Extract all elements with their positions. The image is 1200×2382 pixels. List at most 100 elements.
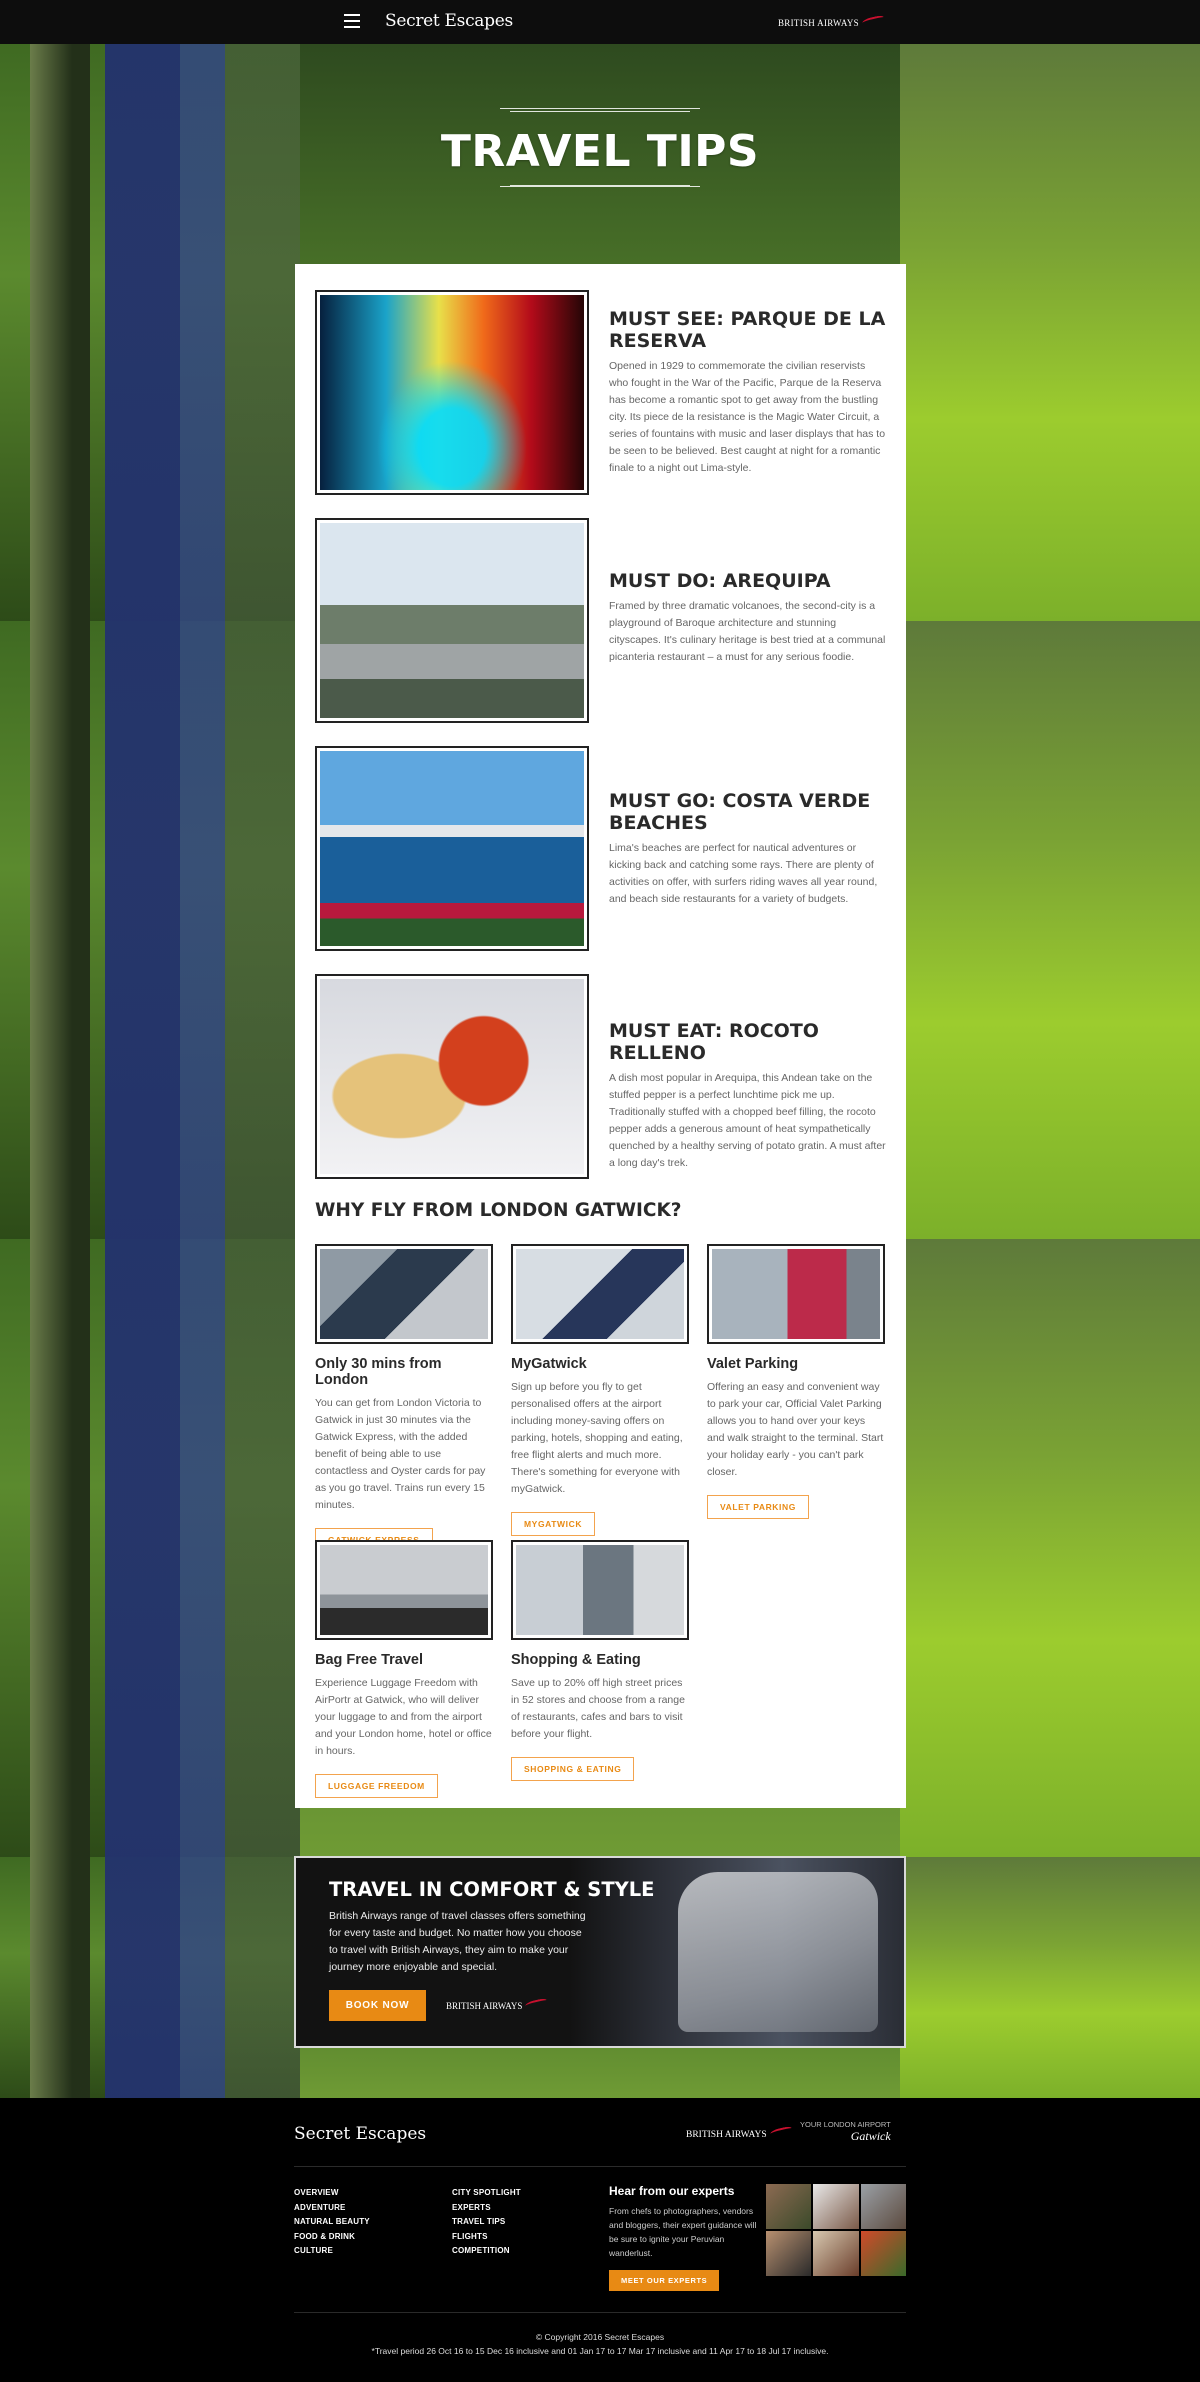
gatwick-heading: WHY FLY FROM LONDON GATWICK? bbox=[315, 1200, 682, 1221]
tip-text: Opened in 1929 to commemorate the civili… bbox=[609, 360, 886, 474]
tip-text: A dish most popular in Arequipa, this An… bbox=[609, 1072, 886, 1169]
feature-image-valet bbox=[707, 1244, 885, 1344]
experts-photo-grid bbox=[766, 2184, 906, 2276]
footer: Secret Escapes BRITISH AIRWAYS YOUR LOND… bbox=[0, 2098, 1200, 2382]
feature-title: Bag Free Travel bbox=[315, 1652, 423, 1668]
experts-text: From chefs to photographers, vendors and… bbox=[609, 2206, 757, 2258]
feature-title: Valet Parking bbox=[707, 1356, 799, 1372]
expert-photo bbox=[766, 2231, 812, 2276]
feature-image-luggage bbox=[315, 1540, 493, 1640]
feature-card: Bag Free Travel Experience Luggage Freed… bbox=[315, 1540, 493, 1798]
footer-secret-escapes-logo[interactable]: Secret Escapes bbox=[294, 2124, 426, 2144]
meet-our-experts-button[interactable]: MEET OUR EXPERTS bbox=[609, 2270, 720, 2291]
feature-card: Shopping & Eating Save up to 20% off hig… bbox=[511, 1540, 689, 1781]
footer-link-experts[interactable]: EXPERTS bbox=[452, 2201, 602, 2216]
tip-item: MUST GO: COSTA VERDE BEACHES Lima's beac… bbox=[315, 746, 886, 951]
experts-promo: Hear from our experts From chefs to phot… bbox=[609, 2184, 759, 2291]
ba-swoosh-icon bbox=[769, 2125, 793, 2137]
footer-links-col1: OVERVIEW ADVENTURE NATURAL BEAUTY FOOD &… bbox=[294, 2186, 444, 2259]
footer-link-flights[interactable]: FLIGHTS bbox=[452, 2230, 602, 2245]
tip-body: MUST DO: AREQUIPA Framed by three dramat… bbox=[609, 570, 886, 666]
feature-card: MyGatwick Sign up before you fly to get … bbox=[511, 1244, 689, 1536]
ba-swoosh-icon bbox=[525, 1997, 548, 2009]
tip-text: Lima's beaches are perfect for nautical … bbox=[609, 842, 878, 905]
expert-photo bbox=[766, 2184, 812, 2229]
travel-tips-card: MUST SEE: PARQUE DE LA RESERVA Opened in… bbox=[295, 264, 906, 1808]
valet-parking-button[interactable]: VALET PARKING bbox=[707, 1495, 809, 1519]
footer-british-airways-logo[interactable]: BRITISH AIRWAYS bbox=[686, 2125, 793, 2140]
tip-item: MUST SEE: PARQUE DE LA RESERVA Opened in… bbox=[315, 290, 886, 495]
footer-link-travel-tips[interactable]: TRAVEL TIPS bbox=[452, 2215, 602, 2230]
mygatwick-button[interactable]: MYGATWICK bbox=[511, 1512, 596, 1536]
page-title: TRAVEL TIPS bbox=[440, 126, 760, 177]
feature-text: Experience Luggage Freedom with AirPortr… bbox=[315, 1677, 492, 1757]
experts-heading: Hear from our experts bbox=[609, 2184, 735, 2198]
expert-photo bbox=[813, 2184, 859, 2229]
footer-legal: © Copyright 2016 Secret Escapes *Travel … bbox=[0, 2330, 1200, 2358]
tip-text: Framed by three dramatic volcanoes, the … bbox=[609, 600, 886, 663]
footer-divider bbox=[294, 2166, 906, 2167]
feature-title: Shopping & Eating bbox=[511, 1652, 641, 1668]
feature-card: Only 30 mins from London You can get fro… bbox=[315, 1244, 493, 1552]
gatwick-caption: YOUR LONDON AIRPORT bbox=[800, 2120, 891, 2129]
british-airways-logo[interactable]: BRITISH AIRWAYS bbox=[778, 14, 885, 28]
british-airways-logo-text: BRITISH AIRWAYS bbox=[446, 2001, 523, 2011]
footer-link-food-drink[interactable]: FOOD & DRINK bbox=[294, 2230, 444, 2245]
feature-title: Only 30 mins from London bbox=[315, 1356, 442, 1388]
terms-note: *Travel period 26 Oct 16 to 15 Dec 16 in… bbox=[371, 2346, 829, 2356]
footer-link-overview[interactable]: OVERVIEW bbox=[294, 2186, 444, 2201]
tip-image-arequipa bbox=[315, 518, 589, 723]
british-airways-logo-text: BRITISH AIRWAYS bbox=[778, 18, 859, 28]
tip-title: MUST GO: COSTA VERDE BEACHES bbox=[609, 790, 871, 834]
british-airways-logo: BRITISH AIRWAYS bbox=[446, 1997, 548, 2011]
copyright: © Copyright 2016 Secret Escapes bbox=[535, 2332, 665, 2342]
feature-card: Valet Parking Offering an easy and conve… bbox=[707, 1244, 885, 1519]
tip-title: MUST SEE: PARQUE DE LA RESERVA bbox=[609, 308, 886, 352]
footer-link-city-spotlight[interactable]: CITY SPOTLIGHT bbox=[452, 2186, 602, 2201]
tip-image-coast bbox=[315, 746, 589, 951]
menu-icon[interactable] bbox=[344, 14, 360, 28]
feature-text: Save up to 20% off high street prices in… bbox=[511, 1677, 685, 1740]
hero: TRAVEL TIPS bbox=[0, 108, 1200, 187]
tip-body: MUST SEE: PARQUE DE LA RESERVA Opened in… bbox=[609, 308, 886, 477]
gatwick-name: Gatwick bbox=[850, 2129, 891, 2143]
ba-swoosh-icon bbox=[861, 14, 885, 26]
expert-photo bbox=[860, 2231, 906, 2276]
feature-image-mygatwick bbox=[511, 1244, 689, 1344]
feature-text: Sign up before you fly to get personalis… bbox=[511, 1381, 683, 1495]
comfort-title: TRAVEL IN COMFORT & STYLE bbox=[329, 1878, 655, 1901]
british-airways-logo-text: BRITISH AIRWAYS bbox=[686, 2130, 767, 2140]
tip-title: MUST EAT: ROCOTO RELLENO bbox=[609, 1020, 819, 1064]
book-now-button[interactable]: BOOK NOW bbox=[329, 1990, 426, 2021]
expert-photo bbox=[860, 2184, 906, 2229]
footer-link-culture[interactable]: CULTURE bbox=[294, 2244, 444, 2259]
footer-links-col2: CITY SPOTLIGHT EXPERTS TRAVEL TIPS FLIGH… bbox=[452, 2186, 602, 2259]
tip-image-fountain bbox=[315, 290, 589, 495]
feature-image-train bbox=[315, 1244, 493, 1344]
footer-link-natural-beauty[interactable]: NATURAL BEAUTY bbox=[294, 2215, 444, 2230]
shopping-eating-button[interactable]: SHOPPING & EATING bbox=[511, 1757, 635, 1781]
feature-text: You can get from London Victoria to Gatw… bbox=[315, 1397, 486, 1511]
tip-item: MUST EAT: ROCOTO RELLENO A dish most pop… bbox=[315, 974, 886, 1179]
hero-rule bbox=[500, 108, 700, 109]
business-seat-image bbox=[678, 1872, 878, 2032]
secret-escapes-logo[interactable]: Secret Escapes bbox=[385, 11, 513, 31]
tip-image-rocoto bbox=[315, 974, 589, 1179]
expert-photo bbox=[813, 2231, 859, 2276]
tip-item: MUST DO: AREQUIPA Framed by three dramat… bbox=[315, 518, 886, 723]
hero-rule bbox=[500, 186, 700, 187]
tip-body: MUST EAT: ROCOTO RELLENO A dish most pop… bbox=[609, 1020, 886, 1172]
luggage-freedom-button[interactable]: LUGGAGE FREEDOM bbox=[315, 1774, 438, 1798]
feature-text: Offering an easy and convenient way to p… bbox=[707, 1381, 884, 1478]
hero-rule bbox=[510, 111, 690, 112]
tip-title: MUST DO: AREQUIPA bbox=[609, 570, 831, 592]
comfort-text: British Airways range of travel classes … bbox=[329, 1910, 586, 1973]
comfort-banner: TRAVEL IN COMFORT & STYLE British Airway… bbox=[294, 1856, 906, 2048]
footer-divider bbox=[294, 2312, 906, 2313]
footer-link-competition[interactable]: COMPETITION bbox=[452, 2244, 602, 2259]
feature-title: MyGatwick bbox=[511, 1356, 587, 1372]
feature-image-shopping bbox=[511, 1540, 689, 1640]
top-bar: Secret Escapes BRITISH AIRWAYS bbox=[0, 0, 1200, 44]
footer-link-adventure[interactable]: ADVENTURE bbox=[294, 2201, 444, 2216]
footer-gatwick-logo[interactable]: YOUR LONDON AIRPORT Gatwick bbox=[800, 2120, 891, 2144]
